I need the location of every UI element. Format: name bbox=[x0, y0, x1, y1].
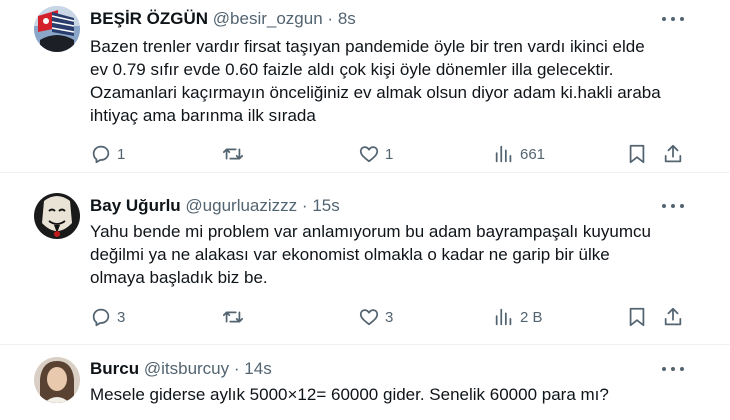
reply-icon bbox=[92, 145, 110, 164]
views-button[interactable]: 661 bbox=[493, 142, 545, 166]
tweet[interactable]: BEŞİR ÖZGÜN @besir_ozgun · 8s Bazen tren… bbox=[0, 0, 730, 172]
tweet-text-line: Mesele giderse aylık 5000×12= 60000 gide… bbox=[90, 385, 609, 404]
timestamp[interactable]: 14s bbox=[244, 359, 271, 378]
separator-dot: · bbox=[233, 359, 240, 378]
retweet-button[interactable] bbox=[222, 305, 249, 329]
reply-count: 3 bbox=[117, 308, 126, 326]
tweet-text-line: Ozamanlari kaçırmayın önceliğiniz ev alm… bbox=[90, 83, 661, 102]
avatar[interactable] bbox=[34, 193, 80, 239]
reply-button[interactable]: 1 bbox=[90, 142, 125, 166]
user-handle[interactable]: @itsburcuy bbox=[144, 359, 229, 378]
views-count: 661 bbox=[520, 145, 546, 163]
more-button[interactable] bbox=[662, 12, 684, 26]
retweet-button[interactable] bbox=[222, 142, 249, 166]
display-name[interactable]: BEŞİR ÖZGÜN bbox=[90, 9, 208, 28]
tweet-text: Bazen trenler vardır firsat taşıyan pand… bbox=[90, 35, 690, 127]
like-count: 1 bbox=[385, 145, 394, 163]
action-bar: 3 3 2 B bbox=[0, 305, 730, 329]
separator-dot: · bbox=[327, 9, 334, 28]
reply-button[interactable]: 3 bbox=[90, 305, 125, 329]
avatar[interactable] bbox=[34, 357, 80, 403]
tweet-header: BEŞİR ÖZGÜN @besir_ozgun · 8s bbox=[90, 8, 356, 30]
user-handle[interactable]: @besir_ozgun bbox=[213, 9, 323, 28]
reply-count: 1 bbox=[117, 145, 126, 163]
views-count: 2 B bbox=[520, 308, 543, 326]
user-handle[interactable]: @ugurluazizzz bbox=[185, 196, 297, 215]
display-name[interactable]: Bay Uğurlu bbox=[90, 196, 181, 215]
tweet-text: Yahu bende mi problem var anlamıyorum bu… bbox=[90, 220, 690, 289]
tweet-text-line: olmaya başladık biz be. bbox=[90, 268, 268, 287]
tweet-text-line: ihtiyaç ama barınma ilk sırada bbox=[90, 106, 316, 125]
views-icon bbox=[495, 145, 512, 163]
separator-dot: · bbox=[301, 196, 308, 215]
more-icon bbox=[662, 204, 666, 208]
tweet-text: Mesele giderse aylık 5000×12= 60000 gide… bbox=[90, 383, 690, 406]
share-icon bbox=[664, 307, 682, 326]
bookmark-button[interactable] bbox=[626, 142, 648, 166]
like-button[interactable]: 1 bbox=[358, 142, 393, 166]
more-button[interactable] bbox=[662, 362, 684, 376]
avatar[interactable] bbox=[34, 6, 80, 52]
tweet-text-line: değilmi ya ne alakası var ekonomist olma… bbox=[90, 245, 610, 264]
like-count: 3 bbox=[385, 308, 394, 326]
bookmark-icon bbox=[629, 307, 645, 327]
tweet[interactable]: Burcu @itsburcuy · 14s Mesele giderse ay… bbox=[0, 345, 730, 420]
reply-icon bbox=[92, 308, 110, 327]
bookmark-icon bbox=[629, 144, 645, 164]
action-bar: 1 1 661 bbox=[0, 142, 730, 166]
more-icon bbox=[662, 367, 666, 371]
display-name[interactable]: Burcu bbox=[90, 359, 139, 378]
more-icon bbox=[662, 17, 666, 21]
tweet-text-line: Bazen trenler vardır firsat taşıyan pand… bbox=[90, 37, 645, 56]
views-icon bbox=[495, 308, 512, 326]
share-icon bbox=[664, 144, 682, 163]
retweet-icon bbox=[222, 148, 244, 160]
share-button[interactable] bbox=[662, 142, 684, 166]
tweet[interactable]: Bay Uğurlu @ugurluazizzz · 15s Yahu bend… bbox=[0, 173, 730, 344]
share-button[interactable] bbox=[662, 305, 684, 329]
tweet-header: Burcu @itsburcuy · 14s bbox=[90, 358, 272, 380]
tweet-text-line: Yahu bende mi problem var anlamıyorum bu… bbox=[90, 222, 651, 241]
more-button[interactable] bbox=[662, 199, 684, 213]
tweet-text-line: ev 0.79 sıfır evde 0.60 faizle aldı çok … bbox=[90, 60, 614, 79]
tweet-header: Bay Uğurlu @ugurluazizzz · 15s bbox=[90, 195, 340, 217]
timestamp[interactable]: 15s bbox=[312, 196, 339, 215]
heart-icon bbox=[359, 309, 379, 326]
timestamp[interactable]: 8s bbox=[338, 9, 356, 28]
views-button[interactable]: 2 B bbox=[493, 305, 543, 329]
heart-icon bbox=[359, 146, 379, 163]
bookmark-button[interactable] bbox=[626, 305, 648, 329]
like-button[interactable]: 3 bbox=[358, 305, 393, 329]
retweet-icon bbox=[222, 311, 244, 323]
